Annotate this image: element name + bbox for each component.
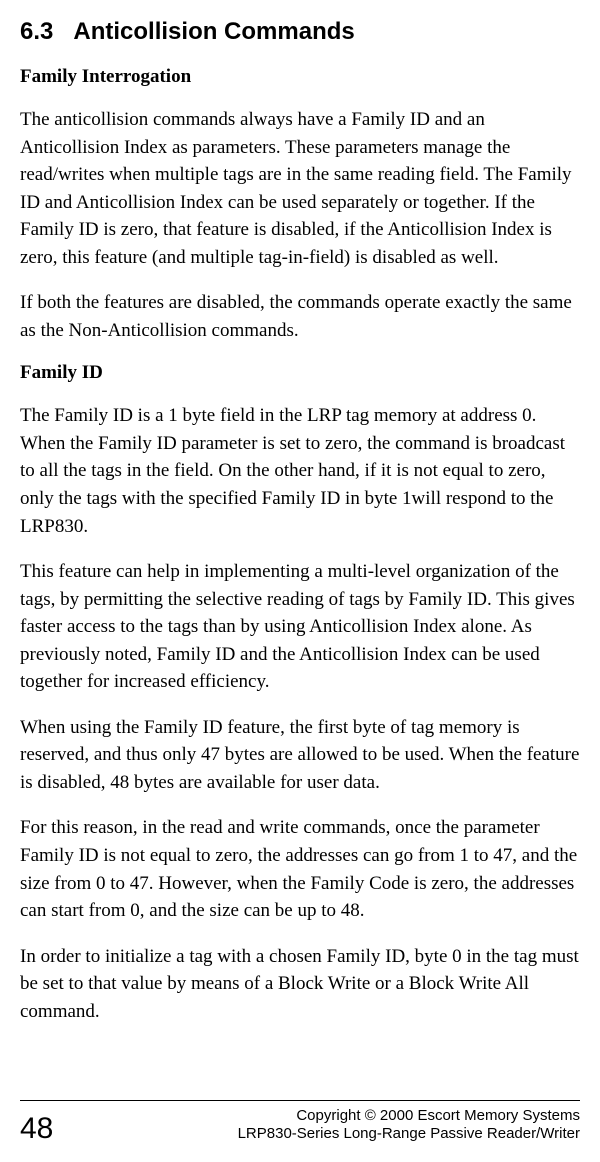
section-title: Anticollision Commands: [73, 18, 354, 45]
body-paragraph: If both the features are disabled, the c…: [20, 289, 580, 344]
page-number: 48: [20, 1114, 53, 1144]
body-paragraph: This feature can help in implementing a …: [20, 558, 580, 696]
footer-row: 48 Copyright © 2000 Escort Memory System…: [20, 1107, 580, 1145]
subheading-family-id: Family ID: [20, 362, 580, 384]
body-paragraph: The anticollision commands always have a…: [20, 106, 580, 271]
body-paragraph: The Family ID is a 1 byte field in the L…: [20, 402, 580, 540]
footer-divider: [20, 1100, 580, 1101]
copyright-line-2: LRP830-Series Long-Range Passive Reader/…: [238, 1125, 580, 1144]
body-paragraph: When using the Family ID feature, the fi…: [20, 714, 580, 797]
section-number: 6.3: [20, 18, 53, 45]
subheading-family-interrogation: Family Interrogation: [20, 66, 580, 88]
page-footer: 48 Copyright © 2000 Escort Memory System…: [20, 1100, 580, 1145]
section-heading: 6.3 Anticollision Commands: [20, 18, 580, 46]
body-paragraph: In order to initialize a tag with a chos…: [20, 943, 580, 1026]
copyright-line-1: Copyright © 2000 Escort Memory Systems: [238, 1107, 580, 1126]
body-paragraph: For this reason, in the read and write c…: [20, 814, 580, 924]
copyright-block: Copyright © 2000 Escort Memory Systems L…: [238, 1107, 580, 1145]
